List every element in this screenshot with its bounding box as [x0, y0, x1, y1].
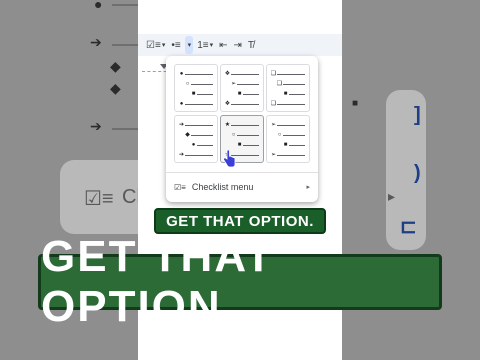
bg-bracket-icon: ) — [414, 162, 421, 184]
hand-cursor-icon — [223, 150, 236, 168]
arrow-bullet-icon: ➔ — [178, 152, 185, 158]
diamond-bullet-icon: ❖ — [224, 101, 231, 107]
clear-formatting-icon: T̸ — [247, 39, 254, 51]
bullet-style-menu: ● ○ ■ ● ❖ ➢ ■ ❖ ❑ ❑ ■ ❑ ➔ ◆ ● ➔ ★ ○ ■ ➢ … — [166, 56, 318, 202]
bg-submenu-arrow-icon: ▸ — [388, 188, 396, 204]
caption-large: GET THAT OPTION. — [38, 232, 442, 331]
submenu-arrow-icon: ▸ — [306, 184, 310, 191]
chevron-down-icon: ▾ — [187, 42, 192, 49]
bg-bullet-disc-icon: ● — [94, 0, 103, 12]
bulleted-list-icon: •≡ — [171, 39, 181, 51]
checklist-icon: ☑≡ — [146, 39, 161, 51]
bg-list-line — [112, 4, 138, 6]
bulleted-list-button[interactable]: •≡ — [169, 36, 182, 54]
bullet-option-arrowhead-circle-square[interactable]: ➢ ○ ■ ➢ — [266, 115, 310, 163]
caption-small: GET THAT OPTION. — [154, 208, 326, 234]
checklist-icon: ☑≡ — [174, 182, 186, 192]
square-bullet-icon: ■ — [237, 142, 242, 148]
bg-list-line — [112, 128, 138, 130]
hollow-square-bullet-icon: ❑ — [270, 101, 277, 107]
hollow-square-bullet-icon: ❑ — [276, 81, 283, 87]
diamond-bullet-icon: ◆ — [185, 132, 190, 138]
bullet-option-arrow-diamond-disc[interactable]: ➔ ◆ ● ➔ — [174, 115, 218, 163]
bulleted-list-dropdown-button[interactable]: ▾ — [184, 36, 194, 54]
checklist-menu-label: Checklist menu — [191, 182, 254, 192]
decrease-indent-icon: ⇤ — [219, 39, 228, 51]
circle-bullet-icon: ○ — [231, 132, 236, 138]
bg-bracket-icon: ] — [414, 104, 421, 126]
increase-indent-icon: ⇥ — [233, 39, 242, 51]
star-bullet-icon: ★ — [224, 122, 231, 128]
square-bullet-icon: ■ — [237, 91, 242, 97]
arrow-bullet-icon: ➔ — [178, 122, 185, 128]
bullet-option-square-square-square[interactable]: ❑ ❑ ■ ❑ — [266, 64, 310, 112]
arrowhead-bullet-icon: ➢ — [270, 122, 277, 128]
checklist-menu-item[interactable]: ☑≡ Checklist menu ▸ — [174, 178, 310, 196]
bg-bullet-diamond-icon: ◆ — [110, 58, 121, 74]
clear-formatting-button[interactable]: T̸ — [246, 36, 256, 54]
bg-checklist-icon: ☑≡ — [84, 188, 114, 210]
bg-checklist-text: Ch — [122, 186, 138, 208]
bg-bullet-arrow-icon: ➔ — [90, 118, 102, 134]
chevron-down-icon: ▾ — [209, 42, 214, 49]
numbered-list-icon: 1≡ — [197, 39, 209, 51]
arrowhead-bullet-icon: ➢ — [270, 152, 277, 158]
hollow-square-bullet-icon: ❑ — [270, 71, 277, 77]
chevron-down-icon: ▾ — [161, 42, 166, 49]
square-bullet-icon: ■ — [283, 91, 288, 97]
checklist-button[interactable]: ☑≡ ▾ — [144, 36, 167, 54]
bg-bullet-arrow-icon: ➔ — [90, 34, 102, 50]
disc-bullet-icon: ● — [179, 101, 184, 107]
formatting-toolbar: ☑≡ ▾ •≡ ▾ 1≡ ▾ ⇤ ⇥ T̸ — [138, 34, 342, 56]
numbered-list-button[interactable]: 1≡ ▾ — [195, 36, 215, 54]
diamond-bullet-icon: ❖ — [224, 71, 231, 77]
disc-bullet-icon: ● — [179, 71, 184, 77]
increase-indent-button[interactable]: ⇥ — [232, 36, 244, 54]
bg-bullet-diamond-icon: ◆ — [110, 80, 121, 96]
menu-divider — [166, 172, 318, 173]
bullet-option-disc-circle-square[interactable]: ● ○ ■ ● — [174, 64, 218, 112]
square-bullet-icon: ■ — [283, 142, 288, 148]
bg-list-line — [112, 44, 138, 46]
bullet-option-diamond-arrow-square[interactable]: ❖ ➢ ■ ❖ — [220, 64, 264, 112]
arrowhead-bullet-icon: ➢ — [230, 81, 237, 87]
square-bullet-icon: ■ — [191, 91, 196, 97]
bg-square-icon: ■ — [352, 98, 359, 109]
bullet-style-grid: ● ○ ■ ● ❖ ➢ ■ ❖ ❑ ❑ ■ ❑ ➔ ◆ ● ➔ ★ ○ ■ ➢ … — [174, 64, 310, 163]
circle-bullet-icon: ○ — [277, 132, 282, 138]
disc-bullet-icon: ● — [191, 142, 196, 148]
decrease-indent-button[interactable]: ⇤ — [217, 36, 229, 54]
circle-bullet-icon: ○ — [185, 81, 190, 87]
